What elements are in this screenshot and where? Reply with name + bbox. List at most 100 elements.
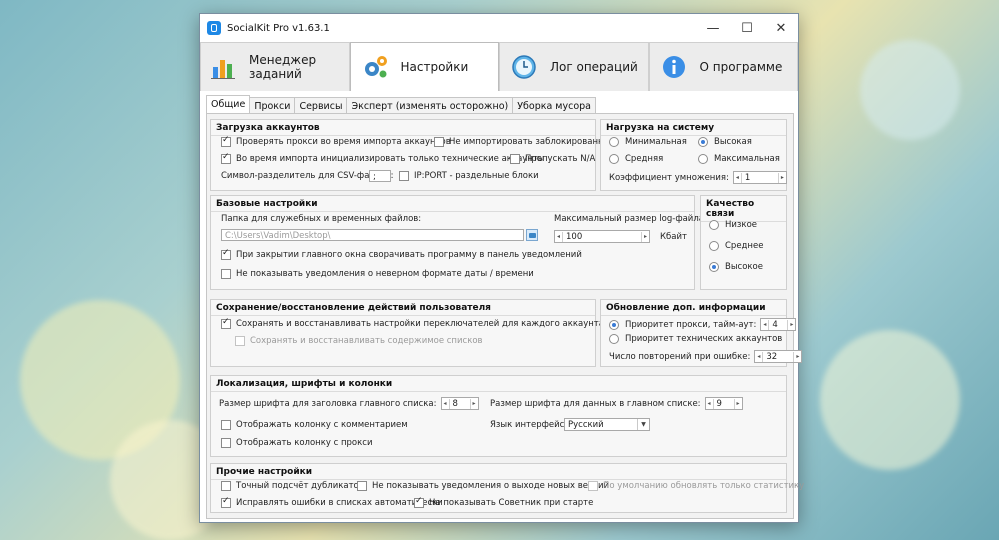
checkbox[interactable] xyxy=(221,481,231,491)
checkbox[interactable] xyxy=(399,171,409,181)
system-load-group: Нагрузка на систему Минимальная Высокая … xyxy=(600,119,787,191)
option-label: Средняя xyxy=(625,154,664,164)
exact-dupes-option[interactable]: Точный подсчёт дубликатов xyxy=(221,481,364,491)
tab-operations-log[interactable]: Лог операций xyxy=(499,42,649,91)
radio[interactable] xyxy=(709,220,719,230)
no-import-blocked-option[interactable]: Не импортировать заблокированные xyxy=(434,137,616,147)
auto-fix-option[interactable]: Исправлять ошибки в списках автоматическ… xyxy=(221,496,443,508)
group-header: Обновление доп. информации xyxy=(601,300,786,316)
window-title: SocialKit Pro v1.63.1 xyxy=(227,22,330,34)
group-header: Сохранение/восстановление действий польз… xyxy=(211,300,595,316)
option-label: Не показывать уведомления о неверном фор… xyxy=(236,269,534,279)
quality-low-radio[interactable]: Низкое xyxy=(709,220,757,230)
no-date-warn-option[interactable]: Не показывать уведомления о неверном фор… xyxy=(221,269,534,279)
prio-proxy-radio[interactable]: Приоритет прокси, тайм-аут: ◂ 4 ▸ xyxy=(609,318,797,331)
info-icon xyxy=(660,53,688,81)
option-label: Не показывать Советник при старте xyxy=(429,498,594,508)
prio-tech-radio[interactable]: Приоритет технических аккаунтов xyxy=(609,334,782,344)
option-label: Не показывать уведомления о выходе новых… xyxy=(372,481,610,491)
bar-chart-icon xyxy=(211,53,237,81)
retries-label: Число повторений при ошибке: xyxy=(609,351,751,362)
tab-about[interactable]: О программе xyxy=(648,42,798,91)
checkbox[interactable] xyxy=(588,481,598,491)
title-bar[interactable]: SocialKit Pro v1.63.1 — ☐ ✕ xyxy=(200,14,798,42)
option-label: При закрытии главного окна сворачивать п… xyxy=(236,250,582,260)
group-header: Прочие настройки xyxy=(211,464,786,480)
subtab-general[interactable]: Общие xyxy=(206,95,251,115)
language-select[interactable]: Русский ▼ xyxy=(564,418,650,431)
maximize-button[interactable]: ☐ xyxy=(730,14,764,42)
load-high-radio[interactable]: Высокая xyxy=(698,137,752,147)
minimize-button[interactable]: — xyxy=(696,14,730,42)
data-font-label: Размер шрифта для данных в главном списк… xyxy=(490,398,701,409)
load-minimal-radio[interactable]: Минимальная xyxy=(609,137,687,147)
init-tech-option[interactable]: Во время импорта инициализировать только… xyxy=(221,152,545,164)
ipport-option[interactable]: IP:PORT - раздельные блоки xyxy=(399,171,539,181)
tab-label: Менеджер заданий xyxy=(249,53,317,81)
background-bokeh xyxy=(860,40,960,140)
quality-high-radio[interactable]: Высокое xyxy=(709,262,763,272)
checkbox[interactable] xyxy=(434,137,444,147)
checkbox[interactable] xyxy=(221,269,231,279)
checkbox[interactable] xyxy=(221,420,231,430)
checkbox[interactable] xyxy=(221,496,231,508)
radio[interactable] xyxy=(698,154,708,164)
checkbox[interactable] xyxy=(510,154,520,164)
temp-folder-input[interactable]: C:\Users\Vadim\Desktop\ xyxy=(221,229,524,241)
tab-label: О программе xyxy=(699,60,783,74)
radio[interactable] xyxy=(609,319,619,330)
load-max-radio[interactable]: Максимальная xyxy=(698,154,780,164)
save-switches-option[interactable]: Сохранять и восстанавливать настройки пе… xyxy=(221,317,604,329)
coef-row: Коэффициент умножения: ◂ 1 ▸ xyxy=(609,171,787,184)
minimize-tray-option[interactable]: При закрытии главного окна сворачивать п… xyxy=(221,248,582,260)
radio[interactable] xyxy=(698,137,708,147)
checkbox[interactable] xyxy=(235,336,245,346)
extra-info-update-group: Обновление доп. информации Приоритет про… xyxy=(600,299,803,367)
group-header: Загрузка аккаунтов xyxy=(211,120,595,136)
browse-folder-button[interactable] xyxy=(526,229,538,241)
radio[interactable] xyxy=(709,241,719,251)
show-proxy-option[interactable]: Отображать колонку с прокси xyxy=(221,438,372,448)
settings-content: Общие Прокси Сервисы Эксперт (изменять о… xyxy=(200,91,804,522)
load-medium-radio[interactable]: Средняя xyxy=(609,154,663,164)
checkbox[interactable] xyxy=(221,438,231,448)
clock-icon xyxy=(510,53,538,81)
checkbox[interactable] xyxy=(414,496,424,508)
radio[interactable] xyxy=(609,154,619,164)
checkbox[interactable] xyxy=(221,135,231,147)
data-font-stepper[interactable]: ◂ 9 ▸ xyxy=(704,397,743,410)
checkbox[interactable] xyxy=(357,481,367,491)
skip-na-option[interactable]: Пропускать N/A xyxy=(510,154,595,164)
header-font-stepper[interactable]: ◂ 8 ▸ xyxy=(440,397,479,410)
coef-stepper[interactable]: ◂ 1 ▸ xyxy=(732,171,787,184)
show-comment-option[interactable]: Отображать колонку с комментарием xyxy=(221,420,408,430)
other-settings-group: Прочие настройки Точный подсчёт дубликат… xyxy=(210,463,804,513)
no-new-version-option[interactable]: Не показывать уведомления о выходе новых… xyxy=(357,481,609,491)
accounts-import-group: Загрузка аккаунтов Проверять прокси во в… xyxy=(210,119,616,191)
tab-settings[interactable]: Настройки xyxy=(349,42,499,91)
check-proxy-option[interactable]: Проверять прокси во время импорта аккаун… xyxy=(221,135,451,147)
radio[interactable] xyxy=(609,334,619,344)
option-label: Сохранять и восстанавливать настройки пе… xyxy=(236,319,604,329)
stats-only-option[interactable]: По умолчанию обновлять только статистику xyxy=(588,481,804,491)
checkbox[interactable] xyxy=(221,248,231,260)
checkbox[interactable] xyxy=(221,152,231,164)
close-button[interactable]: ✕ xyxy=(764,14,798,42)
checkbox[interactable] xyxy=(221,317,231,329)
radio[interactable] xyxy=(609,137,619,147)
log-size-stepper[interactable]: ◂ 100 ▸ xyxy=(554,230,650,243)
option-label: Исправлять ошибки в списках автоматическ… xyxy=(236,498,443,508)
tab-task-manager[interactable]: Менеджер заданий xyxy=(200,42,350,91)
option-label: Низкое xyxy=(725,220,757,230)
save-lists-option[interactable]: Сохранять и восстанавливать содержимое с… xyxy=(235,336,483,346)
language-value: Русский xyxy=(568,420,604,430)
option-label: Среднее xyxy=(725,241,764,251)
chevron-down-icon: ▼ xyxy=(637,419,649,430)
no-advisor-option[interactable]: Не показывать Советник при старте xyxy=(414,496,594,508)
csv-separator-input[interactable]: ; xyxy=(369,170,391,182)
option-label: Не импортировать заблокированные xyxy=(449,137,616,147)
quality-medium-radio[interactable]: Среднее xyxy=(709,241,763,251)
radio[interactable] xyxy=(709,262,719,272)
retries-stepper[interactable]: ◂ 32 ▸ xyxy=(754,350,803,363)
timeout-stepper[interactable]: ◂ 4 ▸ xyxy=(760,318,797,331)
